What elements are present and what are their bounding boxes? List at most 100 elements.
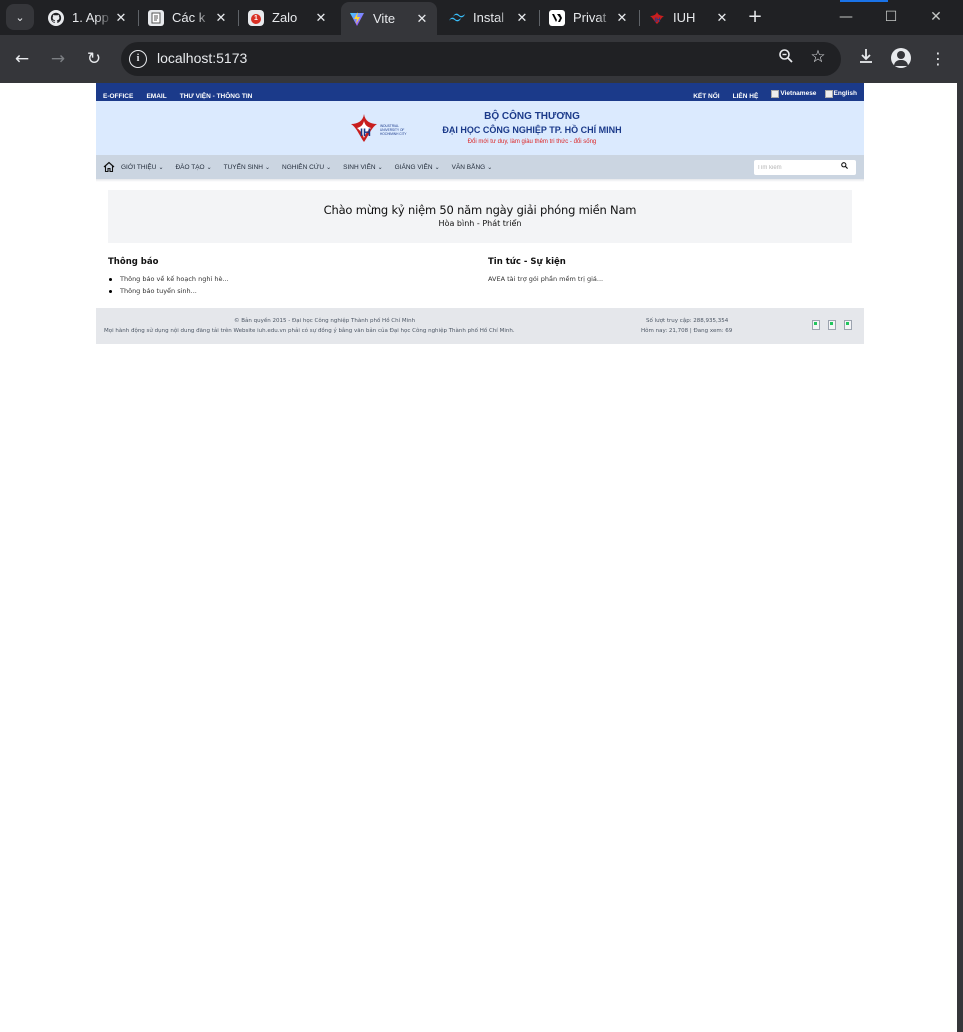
tab-strip-accent [840,0,888,2]
zalo-icon: 1 [248,9,264,26]
site-footer: © Bản quyền 2015 - Đại học Công nghiệp T… [96,308,864,344]
topbar-link-connect[interactable]: KẾT NỐI [693,93,719,100]
nav-item-tuyen-sinh[interactable]: TUYỂN SINH ⌄ [224,164,270,171]
tab-divider [539,10,540,26]
university-name: ĐẠI HỌC CÔNG NGHIỆP TP. HỒ CHÍ MINH [442,125,622,135]
announcements-list: Thông báo về kế hoạch nghỉ hè... Thông b… [108,273,229,297]
topbar-link-eoffice[interactable]: E-OFFICE [103,93,133,100]
close-icon[interactable]: ✕ [312,10,330,26]
site-header: IH INDUSTRIAL UNIVERSITY OF HOCHIMINH CI… [96,101,864,155]
announcements-section: Thông báo Thông báo về kế hoạch nghỉ hè.… [108,257,229,297]
back-button[interactable]: ← [10,47,34,71]
nav-item-nghien-cuu[interactable]: NGHIÊN CỨU ⌄ [282,164,331,171]
nav-item-dao-tao[interactable]: ĐÀO TẠO ⌄ [175,164,211,171]
window-close-button[interactable]: ✕ [913,6,959,28]
tab-github[interactable]: 1. App ✕ [40,4,136,31]
svg-text:IH: IH [655,18,661,24]
footer-copyright: © Bản quyền 2015 - Đại học Công nghiệp T… [234,318,416,324]
language-vietnamese[interactable]: Vietnamese [771,90,816,98]
nav-item-label: ĐÀO TẠO [175,163,205,171]
tab-divider [238,10,239,26]
footer-badge-image[interactable] [812,320,820,330]
profile-avatar[interactable] [891,48,911,68]
zoom-icon[interactable] [775,48,797,70]
tab-title: Instal [473,10,505,25]
document-icon [148,9,164,26]
svg-text:IH: IH [360,127,371,139]
new-tab-button[interactable]: + [744,6,766,28]
tab-document[interactable]: Các k ✕ [140,4,236,31]
close-icon[interactable]: ✕ [212,10,230,26]
nav-shadow [96,179,864,182]
banner-subtitle: Hòa bình - Phát triển [438,219,522,228]
nav-item-sinh-vien[interactable]: SINH VIÊN ⌄ [343,164,383,171]
window-edge [957,35,963,1032]
reload-icon: ↻ [86,49,102,69]
chevron-down-icon: ⌄ [434,164,440,171]
close-icon[interactable]: ✕ [413,11,431,27]
tab-search-button[interactable]: ⌄ [6,4,34,30]
nav-item-label: GIẢNG VIÊN [394,163,433,171]
vercel-icon [549,9,565,26]
reload-button[interactable]: ↻ [82,47,106,71]
content-columns: Thông báo Thông báo về kế hoạch nghỉ hè.… [96,243,864,308]
nav-item-van-bang[interactable]: VĂN BẰNG ⌄ [452,164,493,171]
chevron-down-icon: ⌄ [206,164,212,171]
footer-badge-image[interactable] [828,320,836,330]
tab-vite-active[interactable]: Vite ✕ [341,2,437,35]
chevron-down-icon: ⌄ [326,164,332,171]
close-icon[interactable]: ✕ [713,10,731,26]
browser-tab-strip: ⌄ 1. App ✕ Các k ✕ 1 Zalo ✕ Vite ✕ Insta… [0,0,963,35]
nav-item-label: VĂN BẰNG [451,163,486,171]
search-icon[interactable] [841,162,848,171]
close-icon[interactable]: ✕ [112,10,130,26]
tab-iuh[interactable]: IH IUH ✕ [641,4,737,31]
arrow-left-icon: ← [14,49,30,69]
site-info-icon[interactable]: i [129,50,147,68]
news-section: Tin tức - Sự kiện AVEA tài trợ gói phần … [488,257,603,285]
nav-item-gioi-thieu[interactable]: GIỚI THIỆU ⌄ [121,164,163,171]
tab-title: Zalo [272,10,298,25]
ministry-name: BỘ CÔNG THƯƠNG [484,111,580,122]
site-search [754,160,856,175]
home-icon[interactable] [103,161,115,173]
url-text[interactable]: localhost:5173 [157,50,247,66]
topbar-link-library[interactable]: THƯ VIỆN - THÔNG TIN [180,93,253,100]
chevron-down-icon: ⌄ [377,164,383,171]
minimize-button[interactable]: — [823,6,869,28]
chevron-down-icon: ⌄ [158,164,164,171]
topbar-link-email[interactable]: EMAIL [146,93,166,100]
nav-item-label: SINH VIÊN [343,163,376,171]
nav-item-giang-vien[interactable]: GIẢNG VIÊN ⌄ [395,164,440,171]
today-counter: Hôm nay: 21,708 | Đang xem: 69 [641,328,733,334]
commemoration-banner: Chào mừng kỷ niệm 50 năm ngày giải phóng… [108,190,852,243]
chevron-down-icon: ⌄ [487,164,493,171]
footer-badge-image[interactable] [844,320,852,330]
chevron-down-icon: ⌄ [265,164,271,171]
tailwind-icon [449,10,465,26]
search-input[interactable] [757,162,837,173]
close-icon[interactable]: ✕ [513,10,531,26]
download-icon[interactable] [854,47,878,71]
nav-item-label: TUYỂN SINH [223,163,264,171]
iuh-logo[interactable]: IH INDUSTRIAL UNIVERSITY OF HOCHIMINH CI… [350,111,426,145]
list-item[interactable]: Thông báo tuyển sinh... [108,285,229,297]
address-bar[interactable]: i localhost:5173 ☆ [121,42,841,76]
top-utility-bar: E-OFFICE EMAIL THƯ VIỆN - THÔNG TIN KẾT … [96,83,864,101]
news-item[interactable]: AVEA tài trợ gói phần mềm trị giá... [488,273,603,285]
topbar-link-contact[interactable]: LIÊN HỆ [733,93,759,100]
tab-tailwind[interactable]: Instal ✕ [441,4,537,31]
list-item[interactable]: Thông báo về kế hoạch nghỉ hè... [108,273,229,285]
language-english[interactable]: English [825,90,857,98]
tab-title: Vite [373,11,396,26]
close-icon[interactable]: ✕ [613,10,631,26]
menu-kebab-icon[interactable]: ⋮ [926,47,950,71]
notification-badge: 1 [251,13,261,24]
banner-title: Chào mừng kỷ niệm 50 năm ngày giải phóng… [323,203,637,217]
bookmark-star-icon[interactable]: ☆ [807,47,829,69]
news-heading: Tin tức - Sự kiện [488,257,566,267]
forward-button[interactable]: → [46,47,70,71]
tab-zalo[interactable]: 1 Zalo ✕ [240,4,336,31]
tab-vercel[interactable]: Privat ✕ [541,4,637,31]
maximize-button[interactable]: ☐ [868,6,914,28]
